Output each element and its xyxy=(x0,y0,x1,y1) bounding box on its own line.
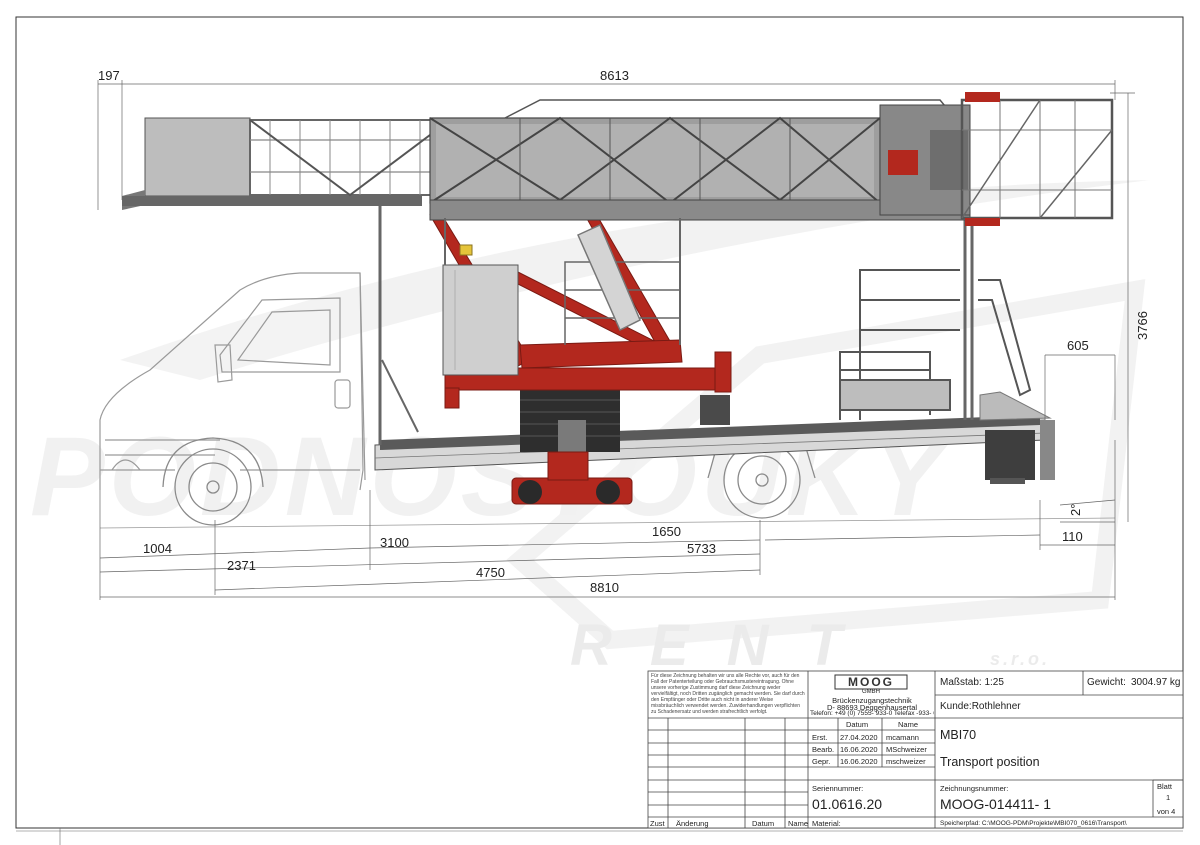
dim-front-axle: 1004 xyxy=(143,541,172,556)
header-name: Name xyxy=(898,720,919,729)
dim-top-overall: 8613 xyxy=(600,68,629,83)
weight-value: 3004.97 kg xyxy=(1131,677,1181,688)
weight-label: Gewicht: xyxy=(1087,677,1126,688)
rev-col-datum: Datum xyxy=(752,819,775,828)
row-bearb-label: Bearb. xyxy=(812,745,835,754)
rev-col-zust: Zust xyxy=(650,819,665,828)
rev-col-aenderung: Änderung xyxy=(676,819,709,828)
row-erst-label: Erst. xyxy=(812,733,828,742)
customer: Kunde:Rothlehner xyxy=(940,701,1021,712)
svg-text:MOOG: MOOG xyxy=(848,675,894,689)
dim-total-a: 5733 xyxy=(687,541,716,556)
technical-drawing: PODNOSTOUKY RENT s.r.o. 197 8613 3766 60… xyxy=(15,16,1184,845)
drawing-subtitle: Transport position xyxy=(940,755,1040,769)
rear-platform xyxy=(839,269,1052,421)
row-erst-name: mcamann xyxy=(886,733,919,742)
company-line3: Telefon: +49 (0) 7555- 933-0 Telefax -93… xyxy=(810,710,934,717)
drawing-number-value: MOOG-014411- 1 xyxy=(940,796,1052,812)
row-gepr-name: mschweizer xyxy=(886,757,926,766)
copyright-disclaimer: Für diese Zeichnung behalten wir uns all… xyxy=(651,673,805,715)
storage-path: Speicherpfad: C:\MOOG-PDM\Projekte\MBI07… xyxy=(940,820,1127,827)
dim-rear-overhang: 605 xyxy=(1067,338,1089,353)
storage-box xyxy=(700,395,730,425)
scale-label: Maßstab: 1:25 xyxy=(940,677,1004,688)
dim-overall-length: 8810 xyxy=(590,580,619,595)
rev-col-name: Name xyxy=(788,819,809,828)
control-cabinet xyxy=(442,264,519,376)
dim-angle: 2° xyxy=(1068,504,1083,516)
serial-label: Seriennummer: xyxy=(812,784,864,793)
dim-mid: 3100 xyxy=(380,535,409,550)
model-name: MBI70 xyxy=(940,728,977,742)
header-datum: Datum xyxy=(846,720,869,729)
dim-wheelbase-a: 2371 xyxy=(227,558,256,573)
row-gepr-date: 16.06.2020 xyxy=(840,757,878,766)
row-gepr-label: Gepr. xyxy=(812,757,831,766)
watermark-word: RENT xyxy=(570,613,880,678)
row-bearb-date: 16.06.2020 xyxy=(840,745,878,754)
dim-rear-section: 1650 xyxy=(652,524,681,539)
sheet-value: 1 xyxy=(1166,793,1171,802)
material-label: Material: xyxy=(812,819,841,828)
sheet-of: von 4 xyxy=(1157,807,1176,816)
dim-rear-small: 110 xyxy=(1062,529,1083,544)
dim-total-b: 4750 xyxy=(476,565,505,580)
sheet-label: Blatt xyxy=(1157,782,1173,791)
turntable xyxy=(520,390,620,458)
row-erst-date: 27.04.2020 xyxy=(840,733,878,742)
drawing-number-label: Zeichnungsnummer: xyxy=(940,784,1009,793)
dim-right-height: 3766 xyxy=(1135,311,1150,340)
company-gmbh: GMBH xyxy=(862,689,880,695)
dim-top-left: 197 xyxy=(98,68,120,83)
moog-logo: MOOG xyxy=(834,674,908,690)
watermark-suffix: s.r.o. xyxy=(990,649,1050,669)
serial-value: 01.0616.20 xyxy=(812,796,883,812)
row-bearb-name: MSchweizer xyxy=(886,745,927,754)
